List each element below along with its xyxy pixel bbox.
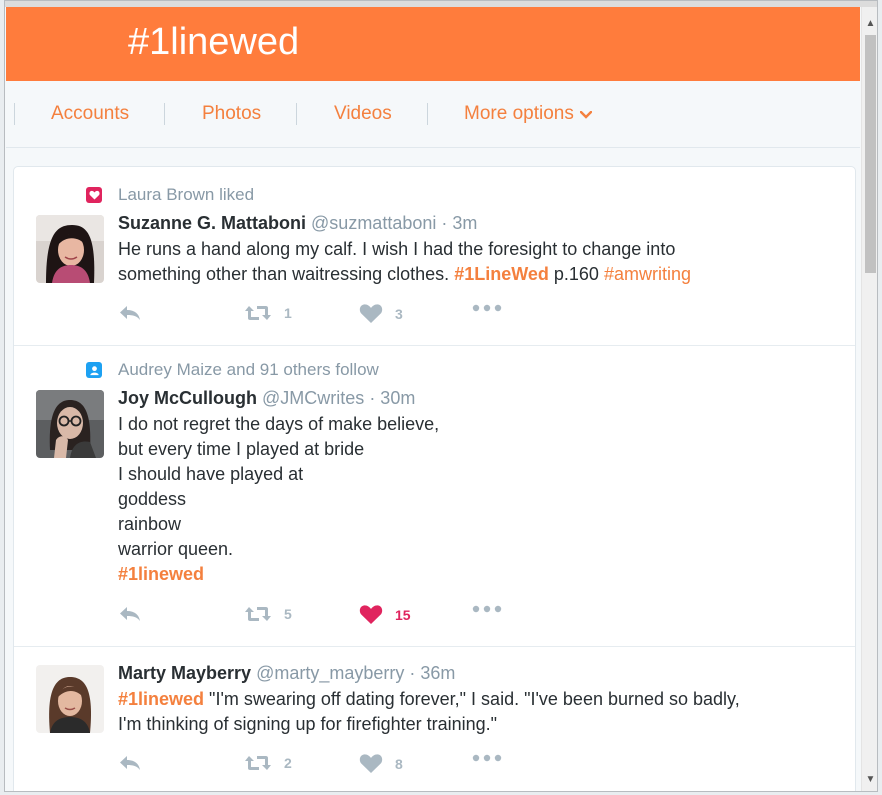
tweet-timestamp[interactable]: · 3m <box>441 213 477 233</box>
like-button[interactable]: 8 <box>359 753 403 774</box>
tweet-text: I do not regret the days of make believe… <box>118 412 838 587</box>
more-actions-button[interactable] <box>472 753 502 763</box>
more-options-button[interactable]: More options <box>464 103 593 125</box>
social-context-text: Laura Brown liked <box>118 185 255 204</box>
author-name[interactable]: Suzanne G. Mattaboni <box>118 213 306 233</box>
more-actions-button[interactable] <box>472 604 502 614</box>
retweet-button[interactable]: 1 <box>244 303 292 323</box>
reply-button[interactable] <box>118 753 142 773</box>
tweet-timestamp[interactable]: · 30m <box>369 388 415 408</box>
retweet-button[interactable]: 2 <box>244 753 292 773</box>
more-dots-icon <box>472 303 502 313</box>
tab-videos[interactable]: Videos <box>334 103 392 125</box>
tweet-text: #1linewed "I'm swearing off dating forev… <box>118 687 838 737</box>
heart-icon <box>359 303 383 324</box>
avatar[interactable] <box>36 390 104 458</box>
author-handle[interactable]: @marty_mayberry <box>256 663 404 683</box>
author-name[interactable]: Marty Mayberry <box>118 663 251 683</box>
social-context-text: Audrey Maize and 91 others follow <box>118 360 379 379</box>
page-title: #1linewed <box>128 21 300 63</box>
tweet-text-part: "I'm swearing off dating forever," I sai… <box>118 689 740 734</box>
hashtag-link[interactable]: #1linewed <box>118 564 204 584</box>
retweet-count: 5 <box>284 606 292 622</box>
tweet[interactable]: Laura Brown liked Suzanne G. Mattaboni @… <box>14 167 855 346</box>
like-count: 3 <box>395 305 403 322</box>
vertical-scrollbar[interactable]: ▲ ▼ <box>861 7 877 791</box>
search-header: #1linewed <box>6 7 860 81</box>
nav-divider <box>296 103 297 125</box>
hashtag-link[interactable]: #amwriting <box>604 264 691 284</box>
tweet-timestamp[interactable]: · 36m <box>409 663 455 683</box>
like-count: 8 <box>395 755 403 772</box>
author-name[interactable]: Joy McCullough <box>118 388 257 408</box>
like-button[interactable]: 3 <box>359 303 403 324</box>
tweet-actions: 1 3 <box>118 303 718 331</box>
reply-icon <box>118 753 142 773</box>
tweet[interactable]: Marty Mayberry @marty_mayberry · 36m #1l… <box>14 647 855 791</box>
tweet-feed: Laura Brown liked Suzanne G. Mattaboni @… <box>13 166 856 791</box>
tweet-actions: 5 15 <box>118 604 718 632</box>
retweet-icon <box>244 604 272 624</box>
tweet-text-part: p.160 <box>548 264 604 284</box>
tab-accounts[interactable]: Accounts <box>51 103 129 125</box>
person-badge-icon <box>86 362 102 378</box>
tweet-header: Marty Mayberry @marty_mayberry · 36m <box>118 663 455 684</box>
nav-divider <box>14 103 15 125</box>
scrollbar-thumb[interactable] <box>865 35 876 273</box>
avatar[interactable] <box>36 215 104 283</box>
tweet-text: He runs a hand along my calf. I wish I h… <box>118 237 838 287</box>
heart-icon <box>359 753 383 774</box>
browser-window: #1linewed Accounts Photos Videos More op… <box>4 0 878 792</box>
nav-divider <box>164 103 165 125</box>
more-actions-button[interactable] <box>472 303 502 313</box>
retweet-count: 2 <box>284 755 292 771</box>
reply-icon <box>118 604 142 624</box>
retweet-button[interactable]: 5 <box>244 604 292 624</box>
reply-button[interactable] <box>118 303 142 323</box>
chevron-down-icon <box>579 103 593 125</box>
retweet-icon <box>244 303 272 323</box>
author-handle[interactable]: @JMCwrites <box>262 388 364 408</box>
tab-photos[interactable]: Photos <box>202 103 261 125</box>
hashtag-link[interactable]: #1linewed <box>118 689 204 709</box>
search-filter-nav: Accounts Photos Videos More options <box>6 81 860 148</box>
like-button[interactable]: 15 <box>359 604 411 625</box>
heart-badge-icon <box>86 187 102 203</box>
retweet-icon <box>244 753 272 773</box>
tweet[interactable]: Audrey Maize and 91 others follow Joy Mc… <box>14 346 855 647</box>
hashtag-link[interactable]: #1LineWed <box>454 264 549 284</box>
tweet-header: Joy McCullough @JMCwrites · 30m <box>118 388 415 409</box>
tweet-actions: 2 8 <box>118 753 718 781</box>
scroll-up-arrow-icon[interactable]: ▲ <box>862 15 877 32</box>
reply-icon <box>118 303 142 323</box>
nav-divider <box>427 103 428 125</box>
tweet-text-part: I do not regret the days of make believe… <box>118 414 440 559</box>
heart-icon <box>359 604 383 625</box>
retweet-count: 1 <box>284 305 292 321</box>
tweet-header: Suzanne G. Mattaboni @suzmattaboni · 3m <box>118 213 477 234</box>
reply-button[interactable] <box>118 604 142 624</box>
author-handle[interactable]: @suzmattaboni <box>311 213 436 233</box>
avatar[interactable] <box>36 665 104 733</box>
more-dots-icon <box>472 604 502 614</box>
more-dots-icon <box>472 753 502 763</box>
more-options-label: More options <box>464 103 574 125</box>
scroll-down-arrow-icon[interactable]: ▼ <box>862 771 877 788</box>
like-count: 15 <box>395 606 411 623</box>
